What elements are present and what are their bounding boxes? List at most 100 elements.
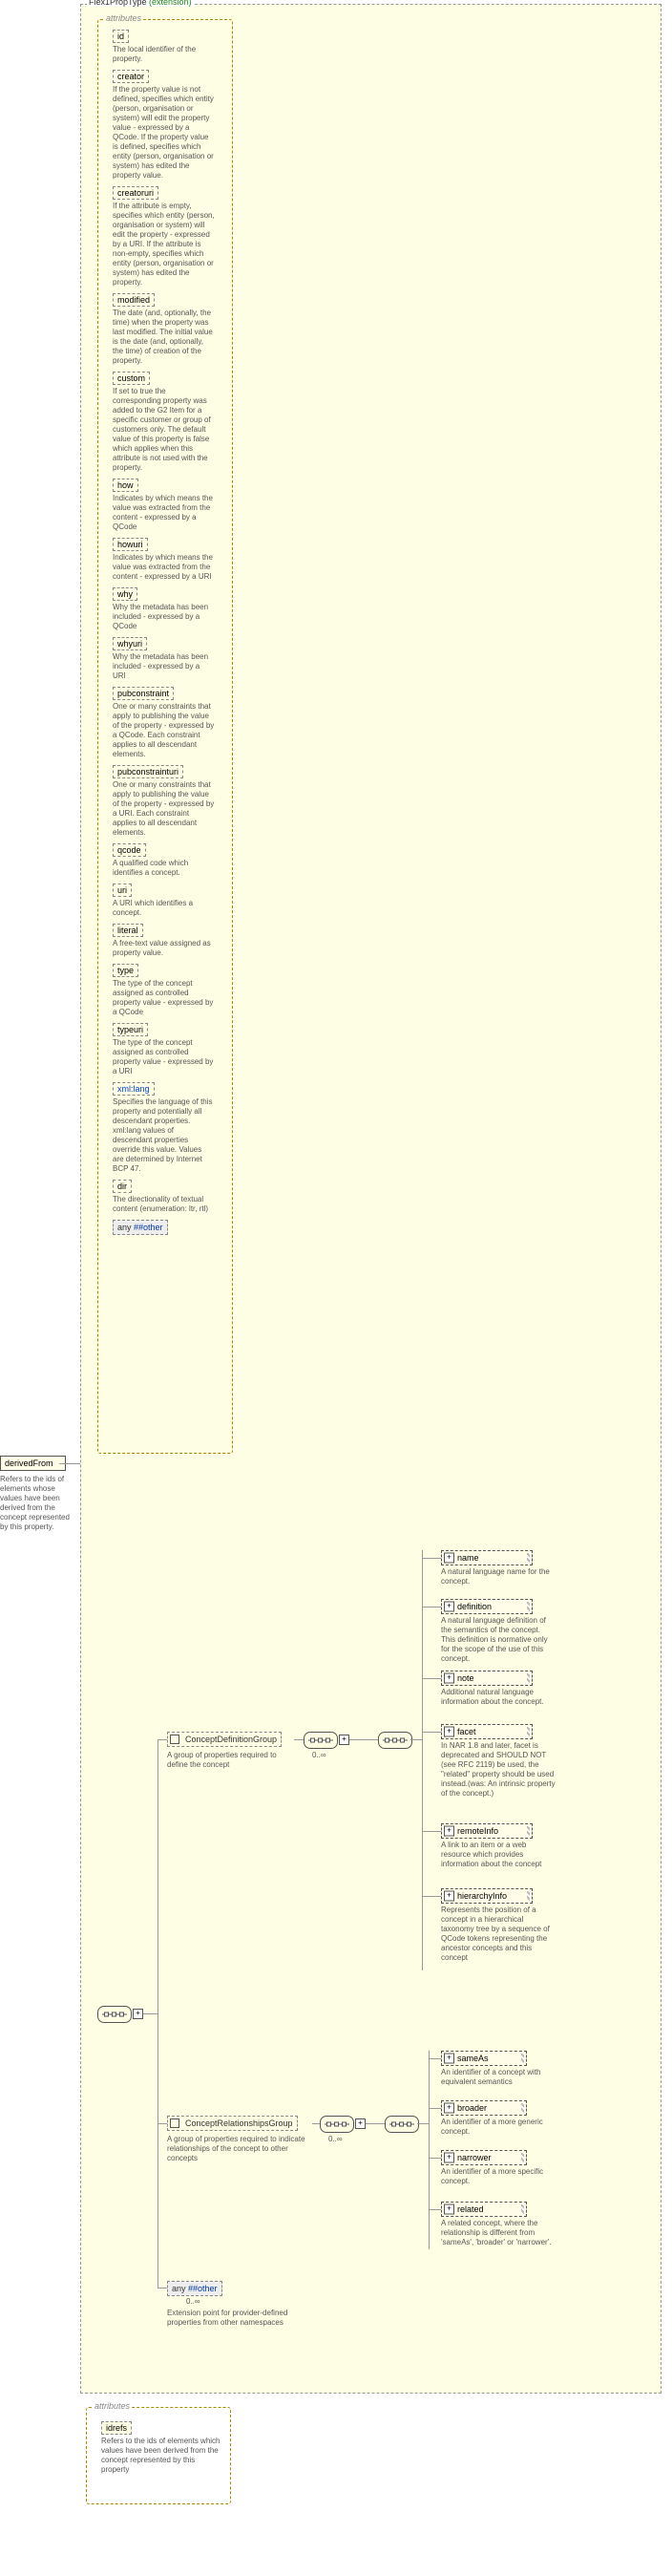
attr-entry-pubconstrainturi: pubconstrainturiOne or many constraints … (113, 765, 225, 838)
attr-desc: The directionality of textual content (e… (113, 1195, 215, 1214)
attr-desc: A URI which identifies a concept. (113, 899, 215, 918)
attr-literal: literal (113, 924, 143, 937)
root-desc: Refers to the ids of elements whose valu… (0, 1475, 76, 1532)
element-definition: +definition (441, 1599, 533, 1614)
expand-icon[interactable]: + (444, 1727, 454, 1737)
attr-custom: custom (113, 372, 150, 385)
any-desc: Extension point for provider-defined pro… (167, 2309, 291, 2328)
sequence-connector-main (97, 2006, 132, 2023)
expand-icon[interactable]: + (444, 2204, 454, 2215)
element-facet: +facet (441, 1724, 533, 1739)
attr-entry-modified: modifiedThe date (and, optionally, the t… (113, 293, 225, 366)
attr-idrefs-desc: Refers to the ids of elements which valu… (101, 2437, 221, 2475)
attr-uri: uri (113, 884, 132, 897)
attr-entry-custom: custom If set to true the corresponding p… (113, 372, 225, 473)
attr-typeuri: typeuri (113, 1023, 148, 1036)
element-narrower: +narrower (441, 2150, 527, 2165)
expand-icon[interactable]: + (355, 2118, 366, 2129)
cdg-label: ConceptDefinitionGroup (185, 1735, 277, 1744)
seq-crg-inner (385, 2116, 419, 2133)
crg-label: ConceptRelationshipsGroup (185, 2118, 293, 2128)
attr-howuri: howuri (113, 538, 148, 551)
expand-icon[interactable]: + (444, 2054, 454, 2064)
element-desc: An identifier of a more generic concept. (441, 2118, 556, 2137)
extension-header: Flex1PropType (extension) (87, 0, 194, 7)
attr-how: how (113, 479, 138, 492)
attr-desc: Why the metadata has been included - exp… (113, 603, 215, 631)
expand-icon[interactable]: + (444, 1553, 454, 1564)
expand-icon[interactable]: + (339, 1735, 349, 1745)
attr-entry-creatoruri: creatoruri If the attribute is empty, spe… (113, 186, 225, 287)
attr-entry-qcode: qcode A qualified code which identifies a… (113, 843, 225, 878)
element-sameAs: +sameAs (441, 2051, 527, 2066)
attr-whyuri: whyuri (113, 637, 147, 650)
attr-entry-whyuri: whyuriWhy the metadata has been included… (113, 637, 225, 681)
attr-creator: creator (113, 70, 149, 83)
element-related: +related (441, 2202, 527, 2217)
attr-id: id (113, 30, 129, 43)
element-desc: A natural language name for the concept. (441, 1567, 556, 1586)
expand-icon[interactable]: + (444, 1602, 454, 1612)
attr-pubconstrainturi: pubconstrainturi (113, 765, 183, 778)
attributes-title: attributes (104, 13, 143, 23)
attributes-title: attributes (93, 2401, 132, 2411)
attr-desc: Indicates by which means the value was e… (113, 494, 215, 532)
element-desc: A link to an item or a web resource whic… (441, 1841, 556, 1869)
attr-desc: If the attribute is empty, specifies whi… (113, 202, 215, 287)
element-desc: Represents the position of a concept in … (441, 1905, 556, 1963)
attr-entry-howuri: howuriIndicates by which means the value… (113, 538, 225, 582)
cdg-desc: A group of properties required to define… (167, 1751, 291, 1770)
element-desc: An identifier of a concept with equivale… (441, 2068, 556, 2087)
seq-cdg (304, 1732, 338, 1749)
expand-icon[interactable]: + (444, 2103, 454, 2114)
expand-icon[interactable]: + (444, 1826, 454, 1837)
any-label: any (172, 2284, 186, 2293)
wildcard-any-bottom: any ##other (167, 2281, 222, 2296)
any-namespace: ##other (188, 2284, 218, 2293)
attr-desc: If set to true the corresponding propert… (113, 387, 215, 473)
element-desc: An identifier of a more specific concept… (441, 2167, 556, 2186)
attr-desc: The date (and, optionally, the time) whe… (113, 309, 215, 366)
extension-container: Flex1PropType (extension) attributes idT… (80, 4, 662, 2394)
attr-qcode: qcode (113, 843, 146, 857)
any-occ: 0..∞ (186, 2297, 200, 2306)
element-desc: A natural language definition of the sem… (441, 1616, 556, 1664)
attr-entry-type: type The type of the concept assigned as … (113, 964, 225, 1017)
attr-desc: One or many constraints that apply to pu… (113, 702, 215, 759)
crg-desc: A group of properties required to indica… (167, 2135, 305, 2163)
attr-idrefs: idrefs (101, 2421, 132, 2435)
extension-label: (extension) (149, 0, 192, 7)
attr-entry-how: how Indicates by which means the value wa… (113, 479, 225, 532)
expand-icon[interactable]: + (444, 2153, 454, 2163)
attr-desc: The local identifier of the property. (113, 45, 215, 64)
element-desc: Additional natural language information … (441, 1688, 556, 1707)
attr-pubconstraint: pubconstraint (113, 687, 174, 700)
attr-entry-xml-lang: xml:langSpecifies the language of this p… (113, 1082, 225, 1174)
attr-entry-creator: creator If the property value is not defi… (113, 70, 225, 181)
attr-desc: The type of the concept assigned as cont… (113, 1038, 215, 1076)
attr-type: type (113, 964, 138, 977)
crg-occ: 0..∞ (328, 2135, 343, 2143)
attr-entry-pubconstraint: pubconstraint One or many constraints tha… (113, 687, 225, 759)
attr-why: why (113, 587, 137, 601)
attr-desc: The type of the concept assigned as cont… (113, 979, 215, 1017)
expand-icon[interactable]: + (133, 2009, 143, 2019)
attr-creatoruri: creatoruri (113, 186, 158, 200)
connector-line (59, 1463, 80, 1464)
attr-desc: A qualified code which identifies a conc… (113, 859, 215, 878)
attr-entry-typeuri: typeuri The type of the concept assigned … (113, 1023, 225, 1076)
expand-icon[interactable]: + (444, 1673, 454, 1684)
element-desc: In NAR 1.8 and later, facet is deprecate… (441, 1741, 556, 1799)
attr-entry-dir: dirThe directionality of textual content… (113, 1180, 225, 1214)
attr-desc: If the property value is not defined, sp… (113, 85, 215, 181)
attr-desc: Specifies the language of this property … (113, 1097, 215, 1174)
attr-desc: A free-text value assigned as property v… (113, 939, 215, 958)
root-element: derivedFrom (0, 1456, 66, 1471)
concept-definition-group: ConceptDefinitionGroup (167, 1732, 282, 1747)
attr-entry-why: why Why the metadata has been included - … (113, 587, 225, 631)
element-name: +name (441, 1550, 533, 1565)
element-remoteInfo: +remoteInfo (441, 1823, 533, 1839)
attr-entry-id: id The local identifier of the property. (113, 30, 225, 64)
expand-icon[interactable]: + (444, 1891, 454, 1902)
element-note: +note (441, 1671, 533, 1686)
